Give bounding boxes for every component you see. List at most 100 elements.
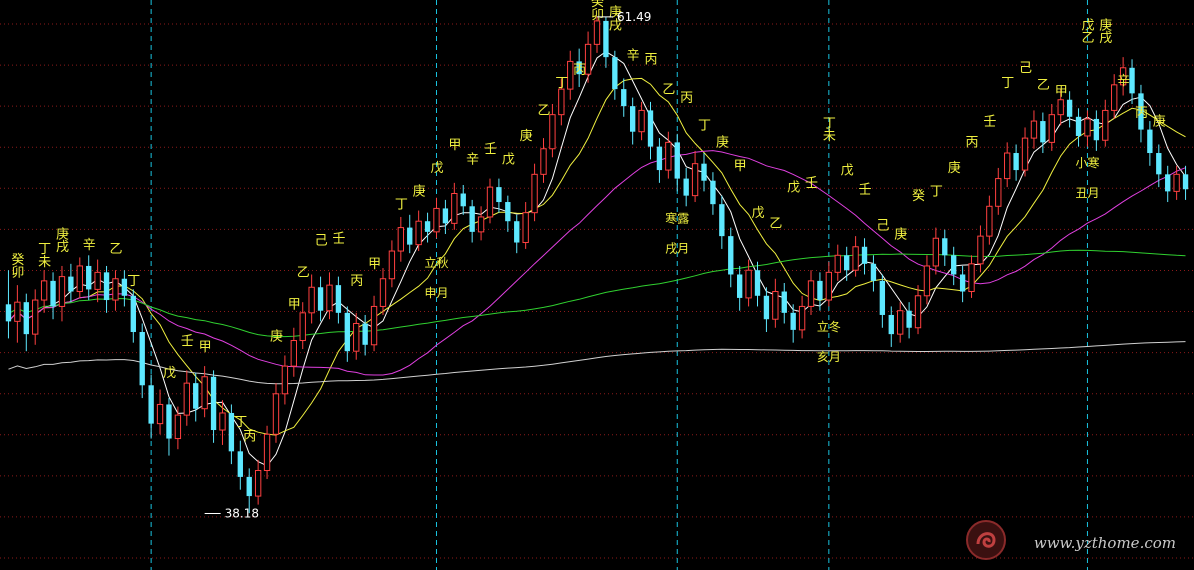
candle-body	[23, 302, 29, 335]
chart-background	[0, 0, 1194, 570]
candle-body	[344, 312, 350, 352]
candle-body	[728, 236, 734, 275]
candle-body	[32, 299, 39, 335]
ganzhi-label: 戊	[163, 366, 176, 381]
ganzhi-label: 丙	[966, 136, 979, 151]
candle-body	[977, 235, 984, 265]
ganzhi-label: 甲	[199, 340, 212, 355]
candle-body	[407, 227, 413, 245]
candle-body	[968, 263, 975, 293]
candle-body	[745, 269, 752, 299]
candle-body	[210, 376, 217, 431]
candle-body	[558, 88, 565, 116]
candle-body	[424, 221, 431, 232]
candle-body	[1129, 67, 1135, 94]
candle-body	[844, 255, 850, 271]
candle-body	[781, 291, 787, 313]
ganzhi-label: 丁	[395, 197, 408, 212]
candle-body	[103, 272, 110, 301]
ganzhi-label: 乙	[1081, 31, 1094, 46]
ganzhi-label: 庚	[894, 226, 907, 242]
candle-body	[477, 216, 485, 233]
ganzhi-label: 甲	[734, 159, 747, 174]
ganzhi-label: 庚	[1153, 113, 1166, 129]
candle-body	[1066, 99, 1073, 117]
ganzhi-label: 丙	[573, 63, 586, 78]
ganzhi-label: 乙	[109, 242, 122, 257]
candle-body	[861, 246, 868, 264]
solar-term-label: 立冬	[817, 319, 841, 334]
candle-body	[1084, 118, 1091, 137]
candle-body	[156, 403, 164, 425]
candle-body	[1111, 84, 1118, 111]
candle-body	[442, 208, 449, 224]
candle-body	[959, 274, 966, 292]
ganzhi-label: 丁	[555, 76, 568, 91]
candle-body	[94, 271, 101, 290]
candle-body	[362, 323, 368, 345]
candle-body	[879, 280, 886, 315]
candle-body	[335, 285, 342, 313]
candle-body	[193, 383, 199, 409]
candle-body	[683, 178, 689, 196]
candle-body	[290, 340, 297, 367]
candle-body	[1030, 120, 1038, 139]
candle-body	[942, 238, 948, 256]
candle-body	[932, 237, 940, 267]
ganzhi-label: 乙	[537, 104, 550, 119]
candle-body	[1093, 118, 1100, 141]
candle-body	[112, 278, 119, 301]
watermark-url: www.yzthome.com	[1033, 534, 1176, 552]
candle-body	[76, 265, 83, 293]
candle-body	[701, 163, 707, 181]
candle-body	[825, 271, 833, 301]
ganzhi-label: 壬	[181, 334, 194, 349]
ganzhi-label: 戊	[752, 206, 765, 221]
month-label: 亥月	[817, 350, 841, 364]
candle-body	[40, 280, 48, 301]
candle-body	[58, 276, 66, 307]
candle-body	[263, 433, 271, 472]
candle-body	[951, 255, 957, 275]
solar-term-label: 小寒	[1075, 155, 1099, 170]
ganzhi-label: 甲	[288, 298, 301, 313]
candle-body	[603, 20, 609, 58]
candle-body	[486, 186, 494, 218]
candle-body	[228, 412, 235, 452]
candle-body	[798, 305, 806, 331]
ganzhi-label: 己	[1019, 61, 1032, 76]
ganzhi-label: 戊	[841, 163, 854, 178]
candle-body	[888, 314, 894, 335]
candle-body	[1182, 174, 1189, 190]
candle-body	[1165, 174, 1171, 192]
candle-body	[514, 221, 520, 243]
ganzhi-label: 未	[38, 255, 51, 270]
candle-body	[763, 295, 770, 320]
ganzhi-label: 己	[876, 219, 889, 234]
candle-body	[1147, 129, 1153, 154]
candle-body	[914, 295, 922, 329]
candle-body	[246, 476, 252, 497]
candle-body	[174, 414, 182, 440]
ganzhi-label: 戌	[1099, 31, 1112, 46]
candle-body	[121, 278, 128, 296]
ganzhi-label: 甲	[1055, 84, 1068, 99]
candle-body	[379, 278, 387, 307]
ganzhi-label: 卯	[591, 8, 604, 23]
month-label: 戌月	[665, 241, 689, 255]
candle-body	[219, 412, 226, 431]
candle-body	[852, 246, 859, 271]
candle-body	[148, 385, 154, 424]
candle-body	[719, 204, 725, 237]
candle-body	[469, 206, 475, 232]
candle-body	[1102, 109, 1109, 141]
ganzhi-label: 丁	[127, 274, 140, 289]
candle-body	[272, 393, 280, 435]
ganzhi-label: 壬	[332, 232, 345, 247]
candle-body	[317, 287, 324, 311]
candle-body	[870, 263, 877, 281]
candle-body	[737, 274, 743, 298]
ganzhi-label: 丙	[680, 91, 693, 106]
ganzhi-label: 丁	[930, 185, 943, 200]
ganzhi-label: 未	[823, 129, 836, 144]
